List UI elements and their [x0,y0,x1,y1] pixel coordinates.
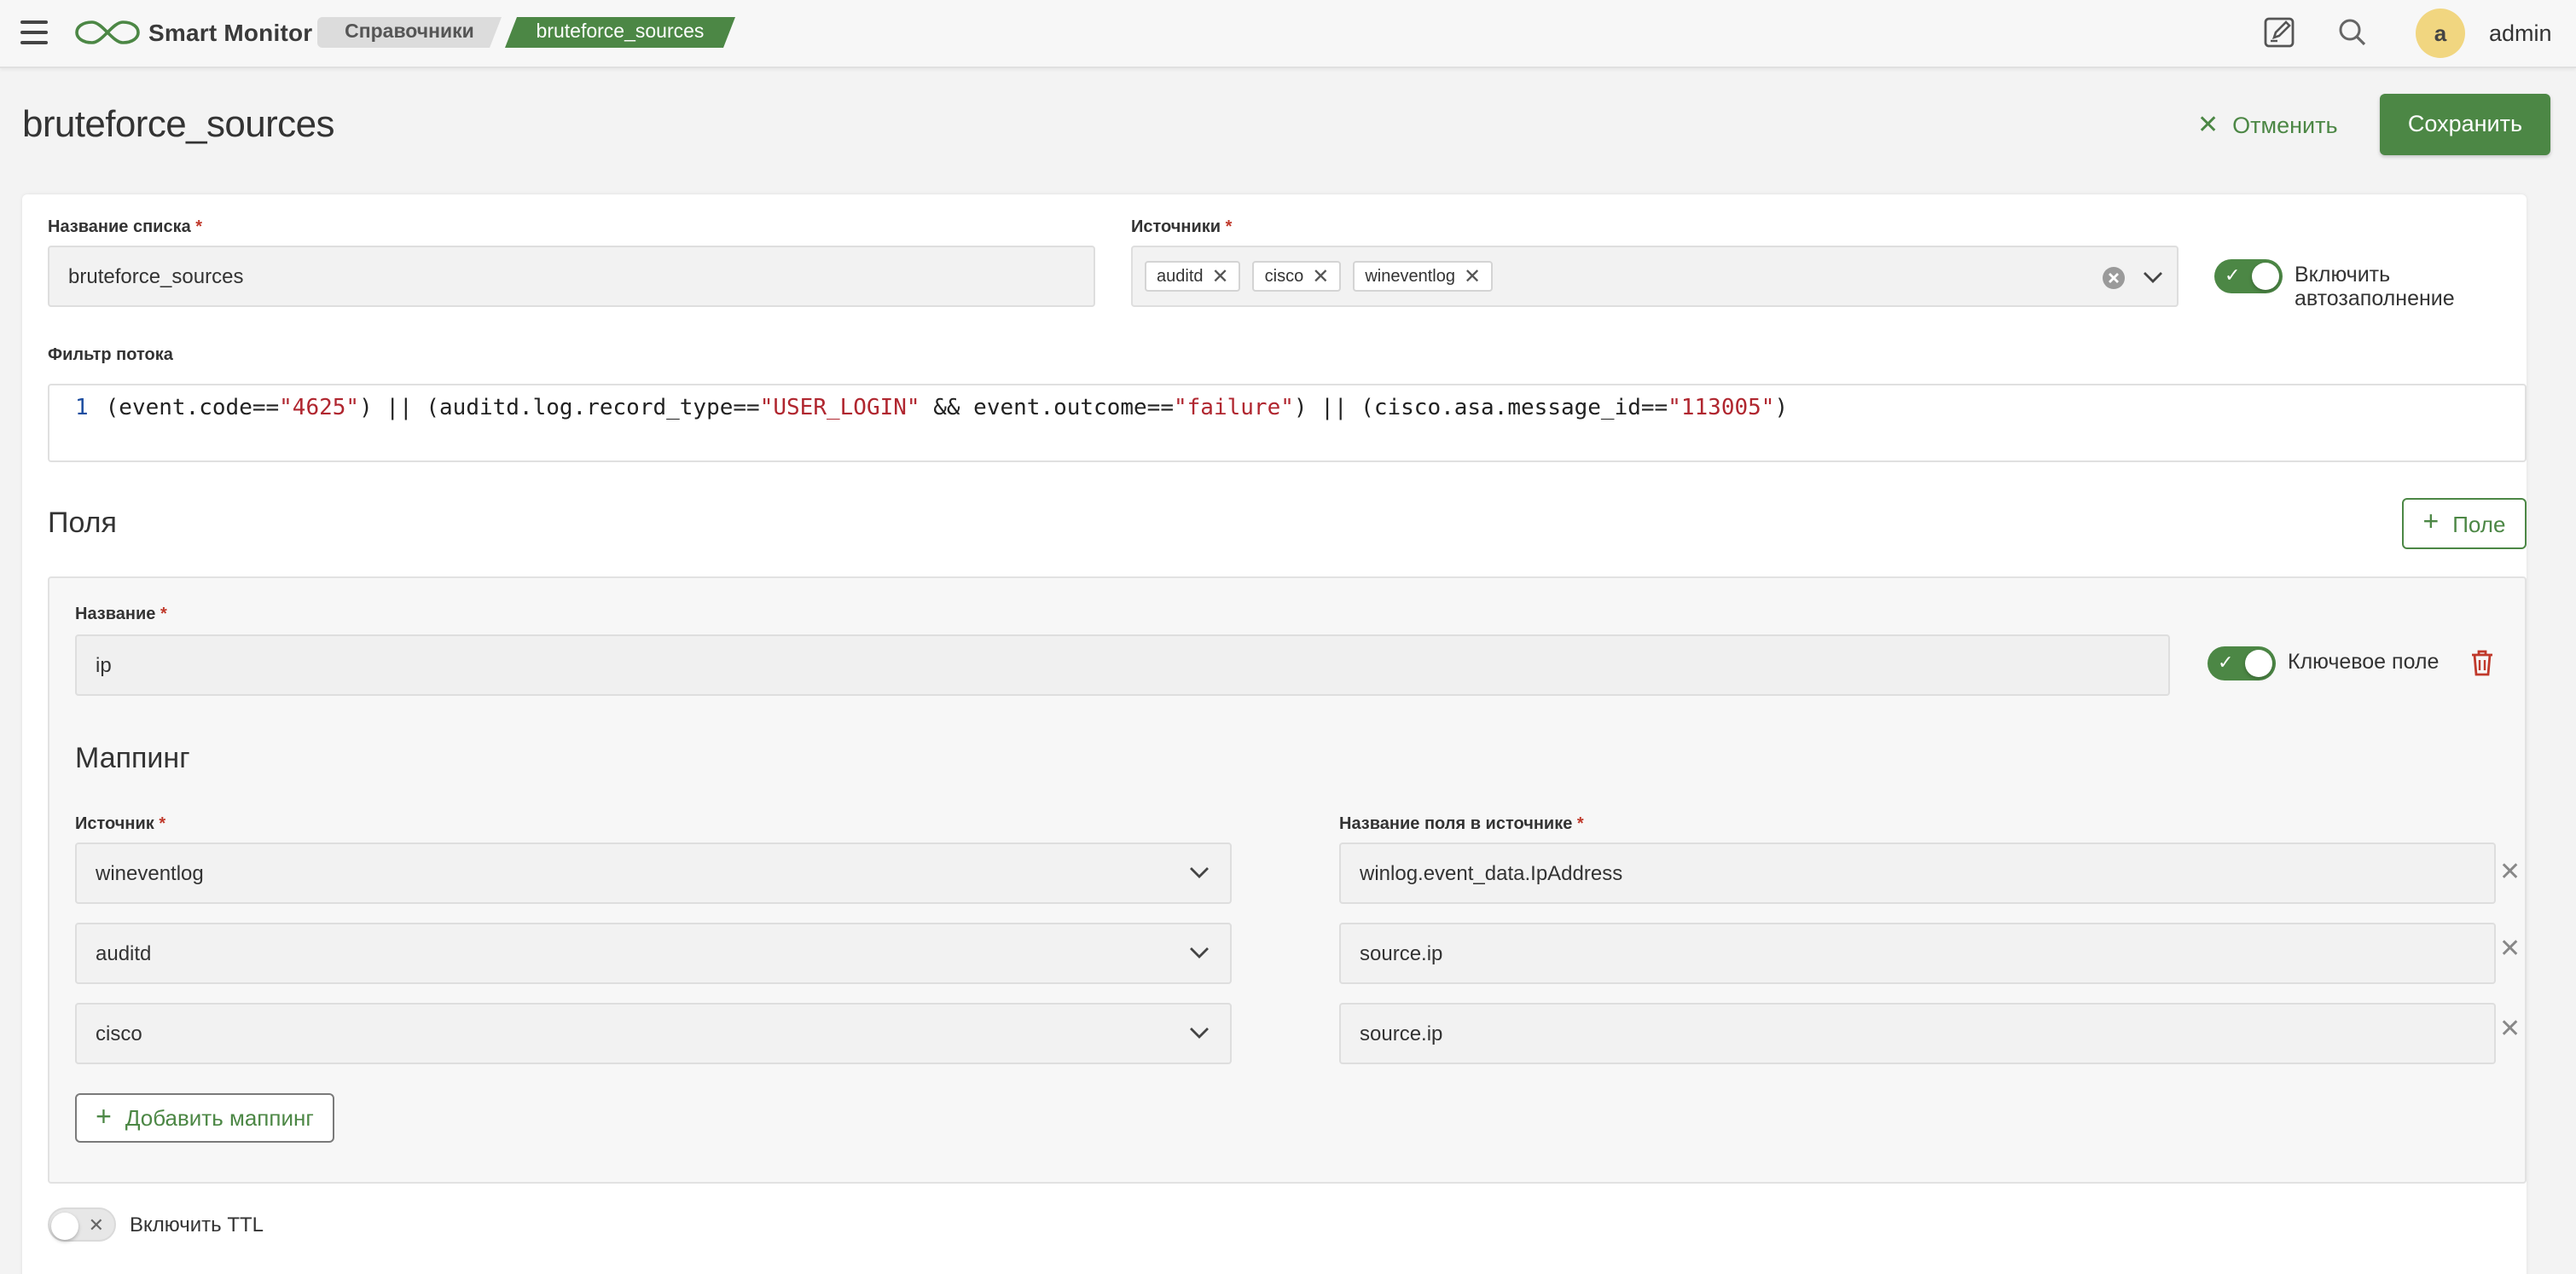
brand-name: Smart Monitor [148,19,313,46]
cancel-label: Отменить [2232,112,2338,137]
autofill-label: Включить автозаполнение [2295,263,2455,310]
sources-multiselect[interactable]: auditd ✕ cisco ✕ wineventlog ✕ [1131,246,2179,307]
cancel-button[interactable]: ✕ Отменить [2197,109,2338,140]
filter-part: (event.code== [105,396,280,421]
autofill-toggle[interactable]: ✓ [2214,259,2283,293]
filter-string: "4625" [279,396,360,421]
breadcrumb-directories[interactable]: Справочники [317,17,502,48]
stream-filter-label: Фильтр потока [48,346,173,365]
filter-string: "113005" [1668,396,1775,421]
mapping-field-label: Название поля в источнике * [1339,815,1584,834]
page-title: bruteforce_sources [22,102,334,145]
form-card: Название списка * bruteforce_sources Ист… [22,194,2527,1274]
mapping-source-select[interactable]: cisco [75,1003,1232,1064]
source-chip-cisco: cisco ✕ [1252,261,1342,292]
source-chip-wineventlog: wineventlog ✕ [1353,261,1494,292]
mapping-source-label: Источник * [75,815,166,834]
check-icon: ✓ [2225,266,2241,287]
infinity-logo-icon [75,20,140,44]
add-field-label: Поле [2452,511,2506,536]
save-button[interactable]: Сохранить [2380,94,2550,155]
filter-part: && event.outcome== [920,396,1174,421]
top-bar: Smart Monitor Справочники bruteforce_sou… [0,0,2576,68]
remove-chip-icon[interactable]: ✕ [1212,264,1229,288]
filter-part: ) [1774,396,1789,421]
plus-icon: + [96,1103,112,1132]
menu-icon[interactable] [20,20,48,44]
key-field-label: Ключевое поле [2288,650,2440,674]
mapping-field-input[interactable]: winlog.event_data.IpAddress [1339,843,2496,904]
key-field-toggle[interactable]: ✓ [2208,646,2276,680]
mapping-section-title: Маппинг [75,742,190,774]
fields-section-title: Поля [48,507,117,539]
source-chip-auditd: auditd ✕ [1145,261,1241,292]
mapping-source-select[interactable]: auditd [75,923,1232,984]
chevron-down-icon[interactable] [2143,271,2163,285]
filter-part: ) || (auditd.log.record_type== [359,396,760,421]
avatar[interactable]: a [2416,9,2465,58]
close-icon: ✕ [2197,111,2219,140]
check-icon: ✓ [2218,653,2234,674]
field-item: Название * ip ✓ Ключевое поле Маппинг Ис… [48,576,2527,1184]
add-field-button[interactable]: + Поле [2402,498,2527,549]
mapping-source-select[interactable]: wineventlog [75,843,1232,904]
plus-icon: + [2422,508,2440,537]
filter-string: "failure" [1174,396,1294,421]
search-icon[interactable] [2335,15,2370,49]
line-number: 1 [75,396,89,421]
mapping-field-input[interactable]: source.ip [1339,1003,2496,1064]
mapping-field-input[interactable]: source.ip [1339,923,2496,984]
sources-label: Источники * [1131,218,1233,237]
close-icon: ✕ [88,1216,104,1236]
remove-chip-icon[interactable]: ✕ [1312,264,1329,288]
trash-icon[interactable] [2469,648,2496,677]
filter-string: "USER_LOGIN" [759,396,920,421]
remove-chip-icon[interactable]: ✕ [1464,264,1481,288]
ttl-label: Включить TTL [130,1213,264,1236]
clear-all-icon[interactable] [2102,266,2126,290]
field-name-label: Название * [75,605,167,624]
add-mapping-button[interactable]: + Добавить маппинг [75,1093,334,1143]
chevron-down-icon [1190,867,1209,878]
edit-note-icon[interactable] [2262,15,2296,49]
chevron-down-icon [1190,947,1209,958]
list-name-label: Название списка * [48,218,203,237]
breadcrumb-current[interactable]: bruteforce_sources [505,17,735,48]
remove-mapping-icon[interactable]: ✕ [2499,856,2521,887]
list-name-input[interactable]: bruteforce_sources [48,246,1095,307]
field-name-input[interactable]: ip [75,634,2170,696]
stream-filter-editor[interactable]: 1 (event.code=="4625") || (auditd.log.rec… [48,384,2527,462]
filter-part: ) || (cisco.asa.message_id== [1293,396,1668,421]
ttl-toggle[interactable]: ✕ [48,1207,116,1242]
remove-mapping-icon[interactable]: ✕ [2499,933,2521,964]
username[interactable]: admin [2489,20,2552,46]
add-mapping-label: Добавить маппинг [125,1105,314,1131]
remove-mapping-icon[interactable]: ✕ [2499,1013,2521,1044]
chevron-down-icon [1190,1028,1209,1039]
